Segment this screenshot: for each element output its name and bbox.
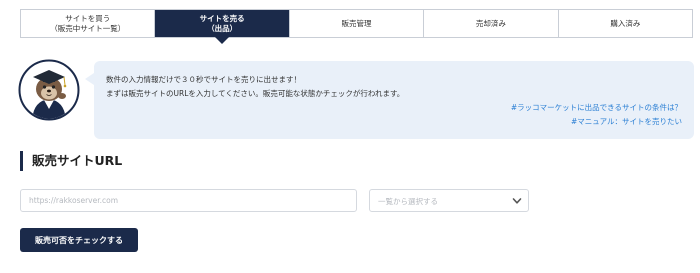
check-availability-button[interactable]: 販売可否をチェックする	[20, 228, 138, 252]
site-select-dropdown[interactable]: 一覧から選択する	[369, 189, 529, 212]
listing-conditions-link[interactable]: #ラッコマーケットに出品できるサイトの条件は？	[511, 102, 682, 113]
tab-sales-management-label: 販売管理	[341, 18, 372, 28]
tab-sell-site[interactable]: サイトを売る （出品）	[155, 10, 290, 37]
otter-mascot-avatar	[18, 59, 80, 121]
chevron-down-icon	[512, 198, 522, 204]
tab-buy-site[interactable]: サイトを買う （販売中サイト一覧）	[21, 10, 156, 37]
tab-buy-site-sublabel: （販売中サイト一覧）	[50, 23, 126, 33]
tab-sell-site-sublabel: （出品）	[207, 23, 238, 33]
tab-buy-site-label: サイトを買う	[65, 13, 111, 23]
info-speech-bubble: 数件の入力情報だけで３０秒でサイトを売りに出せます！ まずは販売サイトのURLを…	[85, 61, 694, 139]
tab-sold[interactable]: 売却済み	[424, 10, 559, 37]
site-url-input[interactable]	[20, 189, 357, 212]
site-select-placeholder: 一覧から選択する	[378, 197, 438, 206]
info-text-line2: まずは販売サイトのURLを入力してください。販売可能な状態かチェックが行われます…	[106, 89, 405, 98]
tab-purchased-label: 購入済み	[610, 18, 641, 28]
section-title: 販売サイトURL	[20, 151, 122, 171]
tab-purchased[interactable]: 購入済み	[559, 10, 692, 37]
tab-bar: サイトを買う （販売中サイト一覧） サイトを売る （出品） 販売管理 売却済み …	[20, 9, 693, 38]
info-text-line1: 数件の入力情報だけで３０秒でサイトを売りに出せます！	[106, 75, 301, 84]
sell-site-manual-link[interactable]: #マニュアル：サイトを売りたい	[571, 116, 682, 127]
tab-sales-management[interactable]: 販売管理	[290, 10, 425, 37]
tab-sold-label: 売却済み	[475, 18, 506, 28]
tab-sell-site-label: サイトを売る	[199, 13, 245, 23]
